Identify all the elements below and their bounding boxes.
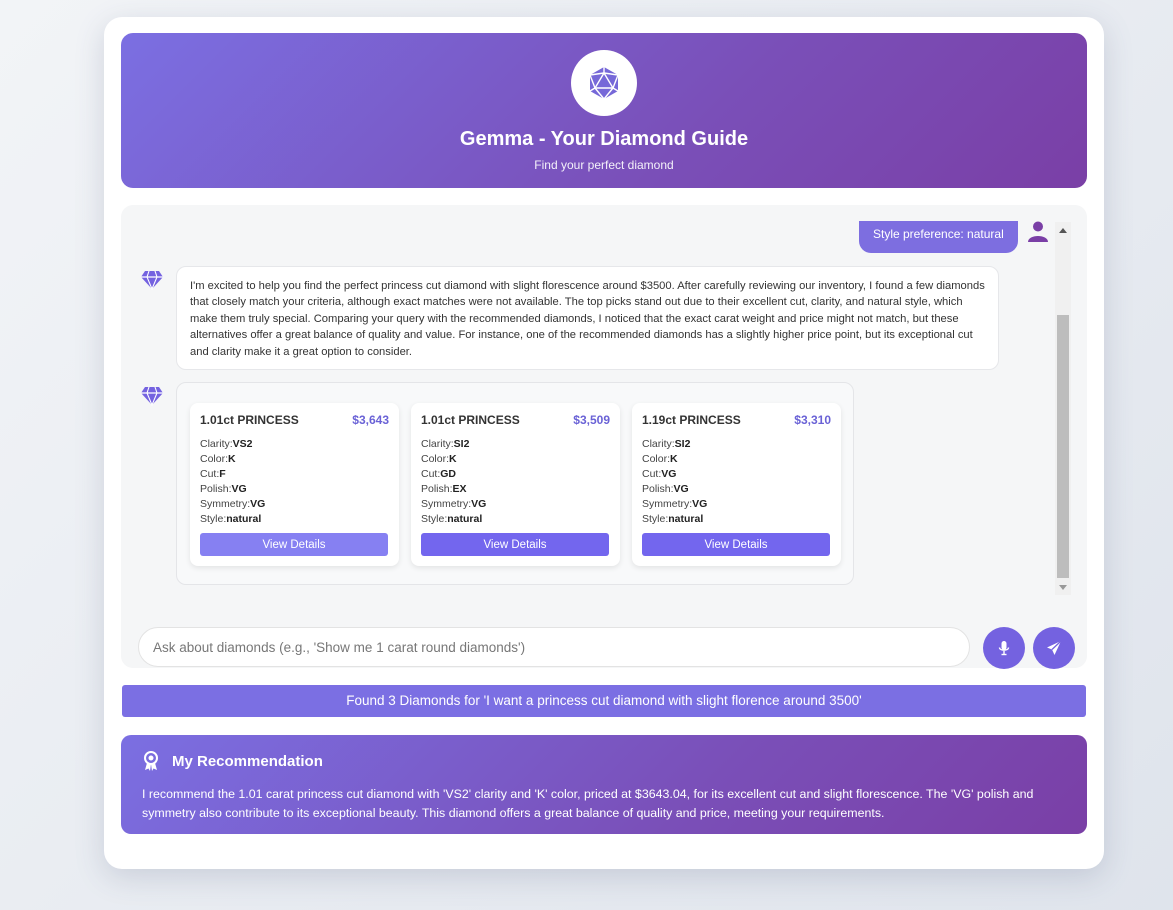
scroll-thumb[interactable] [1057,315,1069,578]
spec-polish: Polish:VG [200,483,247,495]
diamond-icosahedron-icon [589,67,619,100]
diamond-price: $3,310 [794,413,831,427]
award-icon [144,751,158,771]
spec-polish: Polish:EX [421,483,467,495]
header-banner: Gemma - Your Diamond Guide Find your per… [121,33,1087,188]
user-message: Style preference: natural [859,221,1018,253]
microphone-icon [998,641,1010,656]
recommendation-card: My Recommendation I recommend the 1.01 c… [121,735,1087,834]
scroll-down-arrow[interactable] [1055,579,1071,595]
diamond-title: 1.01ct PRINCESS [200,413,299,427]
gem-icon [141,386,163,407]
page-subtitle: Find your perfect diamond [534,158,674,172]
scroll-up-arrow[interactable] [1055,222,1071,238]
page-title: Gemma - Your Diamond Guide [459,128,749,150]
chat-input[interactable] [138,627,970,667]
spec-style: Style:natural [200,513,262,525]
user-avatar-icon [1028,221,1048,242]
logo [571,50,637,116]
spec-clarity: Clarity:VS2 [200,438,253,450]
diamond-price: $3,643 [352,413,389,427]
send-button[interactable] [1033,627,1075,669]
spec-cut: Cut:F [200,468,226,480]
voice-input-button[interactable] [983,627,1025,669]
view-details-button[interactable]: View Details [642,533,830,556]
spec-cut: Cut:GD [421,468,457,480]
message-list[interactable]: Style preference: natural I'm excited to… [121,205,1071,595]
diamond-results: 1.01ct PRINCESS $3,643 Clarity:VS2 Color… [176,382,854,585]
view-details-button[interactable]: View Details [200,533,388,556]
chat-scrollbar[interactable] [1055,222,1071,595]
recommendation-text: I recommend the 1.01 carat princess cut … [142,787,1034,820]
diamond-title: 1.01ct PRINCESS [421,413,520,427]
spec-color: Color:K [200,453,236,465]
spec-color: Color:K [421,453,457,465]
send-icon [1047,640,1062,655]
spec-clarity: Clarity:SI2 [642,438,691,450]
results-status-bar: Found 3 Diamonds for 'I want a princess … [122,685,1086,717]
diamond-card: 1.19ct PRINCESS $3,310 Clarity:SI2 Color… [632,403,841,566]
diamond-card: 1.01ct PRINCESS $3,643 Clarity:VS2 Color… [190,403,399,566]
spec-symmetry: Symmetry:VG [421,498,487,510]
spec-style: Style:natural [642,513,704,525]
diamond-title: 1.19ct PRINCESS [642,413,741,427]
diamond-price: $3,509 [573,413,610,427]
spec-cut: Cut:VG [642,468,677,480]
chat-panel: Style preference: natural I'm excited to… [121,205,1087,669]
spec-symmetry: Symmetry:VG [642,498,708,510]
spec-clarity: Clarity:SI2 [421,438,470,450]
bot-message: I'm excited to help you find the perfect… [176,266,999,370]
view-details-button[interactable]: View Details [421,533,609,556]
spec-symmetry: Symmetry:VG [200,498,266,510]
diamond-card: 1.01ct PRINCESS $3,509 Clarity:SI2 Color… [411,403,620,566]
gem-icon [141,270,163,291]
recommendation-title: My Recommendation [172,752,323,770]
spec-polish: Polish:VG [642,483,689,495]
spec-style: Style:natural [421,513,483,525]
spec-color: Color:K [642,453,678,465]
app-container: Gemma - Your Diamond Guide Find your per… [104,17,1104,869]
